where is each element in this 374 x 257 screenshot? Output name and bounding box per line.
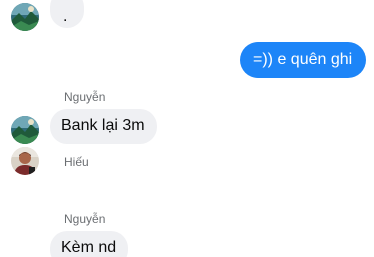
- message-bubble[interactable]: Bank lại 3m: [50, 109, 157, 144]
- person-photo-avatar-icon: [11, 147, 39, 175]
- message-text: Bank lại 3m: [61, 117, 145, 134]
- message-bubble-outgoing[interactable]: =)) e quên ghi: [240, 42, 366, 78]
- landscape-photo-avatar-icon: [11, 116, 39, 144]
- message-text: =)) e quên ghi: [253, 51, 353, 68]
- landscape-photo-avatar-icon: [11, 3, 39, 31]
- avatar-hieu[interactable]: [11, 147, 39, 175]
- message-bubble[interactable]: .: [50, 0, 84, 28]
- avatar-nguyen[interactable]: [11, 3, 39, 31]
- sender-name: Hiếu: [64, 155, 89, 169]
- message-text: Kèm nd: [61, 239, 117, 256]
- sender-name: Nguyễn: [64, 90, 106, 104]
- message-thread: . =)) e quên ghi Nguyễn Bank lại 3m Hiếu…: [0, 0, 374, 257]
- sender-name: Nguyễn: [64, 212, 106, 226]
- message-text: .: [63, 8, 68, 25]
- message-bubble[interactable]: Kèm nd: [50, 231, 128, 257]
- avatar-nguyen[interactable]: [11, 116, 39, 144]
